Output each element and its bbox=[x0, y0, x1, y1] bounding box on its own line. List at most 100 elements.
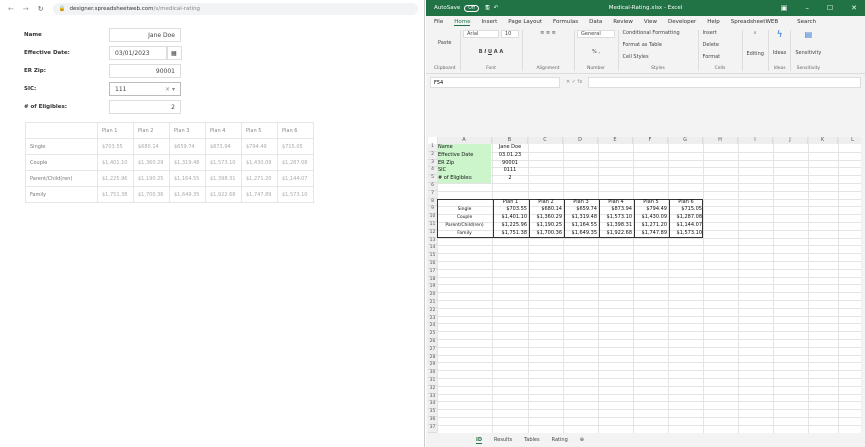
cell[interactable]: $1,144.07 bbox=[669, 222, 702, 230]
cell[interactable]: $794.49 bbox=[634, 206, 667, 215]
cell[interactable]: Plan 2 bbox=[529, 198, 562, 207]
cell[interactable]: $703.55 bbox=[493, 206, 527, 215]
font-size-select[interactable]: 10 bbox=[501, 30, 519, 38]
ribbon-tab-view[interactable]: View bbox=[644, 19, 657, 25]
column-header-F[interactable]: F bbox=[633, 137, 668, 144]
cell[interactable]: 03.01.23 bbox=[493, 152, 527, 160]
chevron-down-icon[interactable]: ▾ bbox=[172, 86, 175, 93]
cell[interactable]: 2 bbox=[493, 175, 527, 183]
row-header[interactable]: 26 bbox=[428, 339, 437, 347]
reload-icon[interactable]: ↻ bbox=[38, 5, 44, 13]
row-header[interactable]: 32 bbox=[428, 385, 437, 394]
worksheet-grid[interactable]: A B C D E F G H I J K L 1 2 3 4 5 6 7 8 9 10 11 12 13 14 15 16 17 18 1… bbox=[428, 137, 861, 433]
cell[interactable]: $715.05 bbox=[669, 206, 702, 215]
format-button[interactable]: Format bbox=[703, 54, 721, 60]
cell[interactable]: $1,360.29 bbox=[529, 214, 562, 222]
ribbon-tab-file[interactable]: File bbox=[434, 19, 443, 25]
number-format-select[interactable]: General bbox=[577, 30, 615, 38]
font-name-select[interactable]: Arial bbox=[463, 30, 499, 38]
cell[interactable]: Name bbox=[438, 144, 491, 152]
ribbon-tab-help[interactable]: Help bbox=[707, 19, 720, 25]
ribbon-display-icon[interactable]: ▣ bbox=[781, 4, 788, 12]
ribbon-tab-data[interactable]: Data bbox=[589, 19, 602, 25]
cell[interactable]: $1,430.09 bbox=[634, 214, 667, 222]
cell-styles-button[interactable]: Cell Styles bbox=[623, 54, 649, 60]
row-header[interactable]: 36 bbox=[428, 417, 437, 425]
cell[interactable]: $1,573.10 bbox=[669, 229, 702, 238]
cell[interactable]: $1,190.25 bbox=[529, 222, 562, 230]
column-header-K[interactable]: K bbox=[808, 137, 838, 144]
search-box[interactable]: Search bbox=[797, 19, 816, 25]
formula-input[interactable] bbox=[588, 76, 861, 88]
cell[interactable]: Couple bbox=[438, 214, 491, 222]
cell[interactable]: $1,700.36 bbox=[529, 229, 562, 238]
ribbon-tab-formulas[interactable]: Formulas bbox=[553, 19, 578, 25]
cell[interactable]: $1,922.68 bbox=[599, 229, 632, 238]
ribbon-tab-home[interactable]: Home bbox=[454, 19, 471, 26]
row-header[interactable]: 30 bbox=[428, 370, 437, 378]
conditional-formatting-button[interactable]: Conditional Formatting bbox=[623, 30, 680, 36]
ribbon-tab-developer[interactable]: Developer bbox=[668, 19, 696, 25]
clear-icon[interactable]: × bbox=[165, 86, 170, 93]
editing-button[interactable]: Editing bbox=[747, 51, 764, 57]
name-box[interactable]: F54 bbox=[430, 76, 560, 88]
row-header[interactable]: 22 bbox=[428, 307, 437, 316]
sensitivity-button[interactable]: Sensitivity bbox=[795, 50, 821, 56]
sic-select[interactable]: 111 × ▾ bbox=[109, 82, 181, 96]
maximize-icon[interactable]: ☐ bbox=[827, 4, 833, 12]
column-header-A[interactable]: A bbox=[437, 137, 492, 144]
sheet-tab-rating[interactable]: Rating bbox=[552, 437, 568, 443]
column-header-J[interactable]: J bbox=[773, 137, 808, 144]
cell[interactable]: Family bbox=[438, 230, 491, 238]
ribbon-tab-insert[interactable]: Insert bbox=[481, 19, 497, 25]
cell[interactable]: $1,401.10 bbox=[493, 214, 527, 222]
name-input[interactable]: Jane Doe bbox=[109, 28, 181, 42]
column-header-H[interactable]: H bbox=[703, 137, 738, 144]
row-header[interactable]: 1 bbox=[428, 144, 437, 152]
column-header-I[interactable]: I bbox=[738, 137, 773, 144]
cell[interactable]: $1,398.31 bbox=[599, 222, 632, 230]
cell[interactable]: $659.74 bbox=[564, 206, 597, 215]
column-header-C[interactable]: C bbox=[528, 137, 563, 144]
cell[interactable]: Plan 1 bbox=[493, 198, 527, 207]
cell[interactable]: Plan 3 bbox=[564, 198, 597, 207]
cell[interactable]: ER Zip bbox=[438, 159, 491, 168]
cell[interactable]: Single bbox=[438, 206, 491, 214]
cell[interactable]: Plan 5 bbox=[634, 198, 667, 207]
paste-button[interactable]: Paste bbox=[438, 40, 452, 46]
zip-input[interactable]: 90001 bbox=[109, 64, 181, 78]
cell[interactable]: $680.14 bbox=[529, 206, 562, 215]
sheet-tab-id[interactable]: ID bbox=[476, 437, 483, 444]
ideas-button[interactable]: Ideas bbox=[773, 50, 786, 56]
format-as-table-button[interactable]: Format as Table bbox=[623, 42, 662, 48]
cell[interactable]: $1,751.38 bbox=[493, 229, 527, 238]
cell[interactable]: $1,287.08 bbox=[669, 214, 702, 222]
cell[interactable]: $1,164.55 bbox=[564, 222, 597, 230]
row-header[interactable]: 17 bbox=[428, 268, 437, 277]
cell[interactable]: $1,573.10 bbox=[599, 214, 632, 222]
row-header[interactable]: 11 bbox=[428, 222, 437, 230]
delete-button[interactable]: Delete bbox=[703, 42, 719, 48]
cell[interactable]: $873.94 bbox=[599, 206, 632, 215]
row-header[interactable]: 25 bbox=[428, 331, 437, 339]
cell[interactable]: 0111 bbox=[493, 167, 527, 175]
row-header[interactable]: 31 bbox=[428, 378, 437, 386]
cell[interactable]: # of Eligibles: bbox=[438, 175, 491, 183]
cell[interactable]: Parent/Child(ren) bbox=[438, 222, 491, 230]
row-header[interactable]: 6 bbox=[428, 183, 437, 191]
close-icon[interactable]: ✕ bbox=[851, 4, 857, 12]
cell[interactable]: $1,271.20 bbox=[634, 222, 667, 230]
column-header-G[interactable]: G bbox=[668, 137, 703, 144]
sheet-tab-tables[interactable]: Tables bbox=[524, 437, 540, 443]
column-header-E[interactable]: E bbox=[598, 137, 633, 144]
ribbon-tab-page-layout[interactable]: Page Layout bbox=[508, 19, 542, 25]
cell[interactable]: Plan 6 bbox=[669, 198, 702, 207]
row-header[interactable]: 2 bbox=[428, 151, 437, 160]
cell[interactable]: Plan 4 bbox=[599, 198, 632, 207]
row-header[interactable]: 37 bbox=[428, 424, 437, 433]
row-header[interactable]: 5 bbox=[428, 175, 437, 183]
row-header[interactable]: 35 bbox=[428, 409, 437, 417]
calendar-icon[interactable]: ▦ bbox=[167, 46, 182, 60]
cell[interactable]: $1,649.35 bbox=[564, 229, 597, 238]
back-icon[interactable]: ← bbox=[8, 5, 14, 13]
